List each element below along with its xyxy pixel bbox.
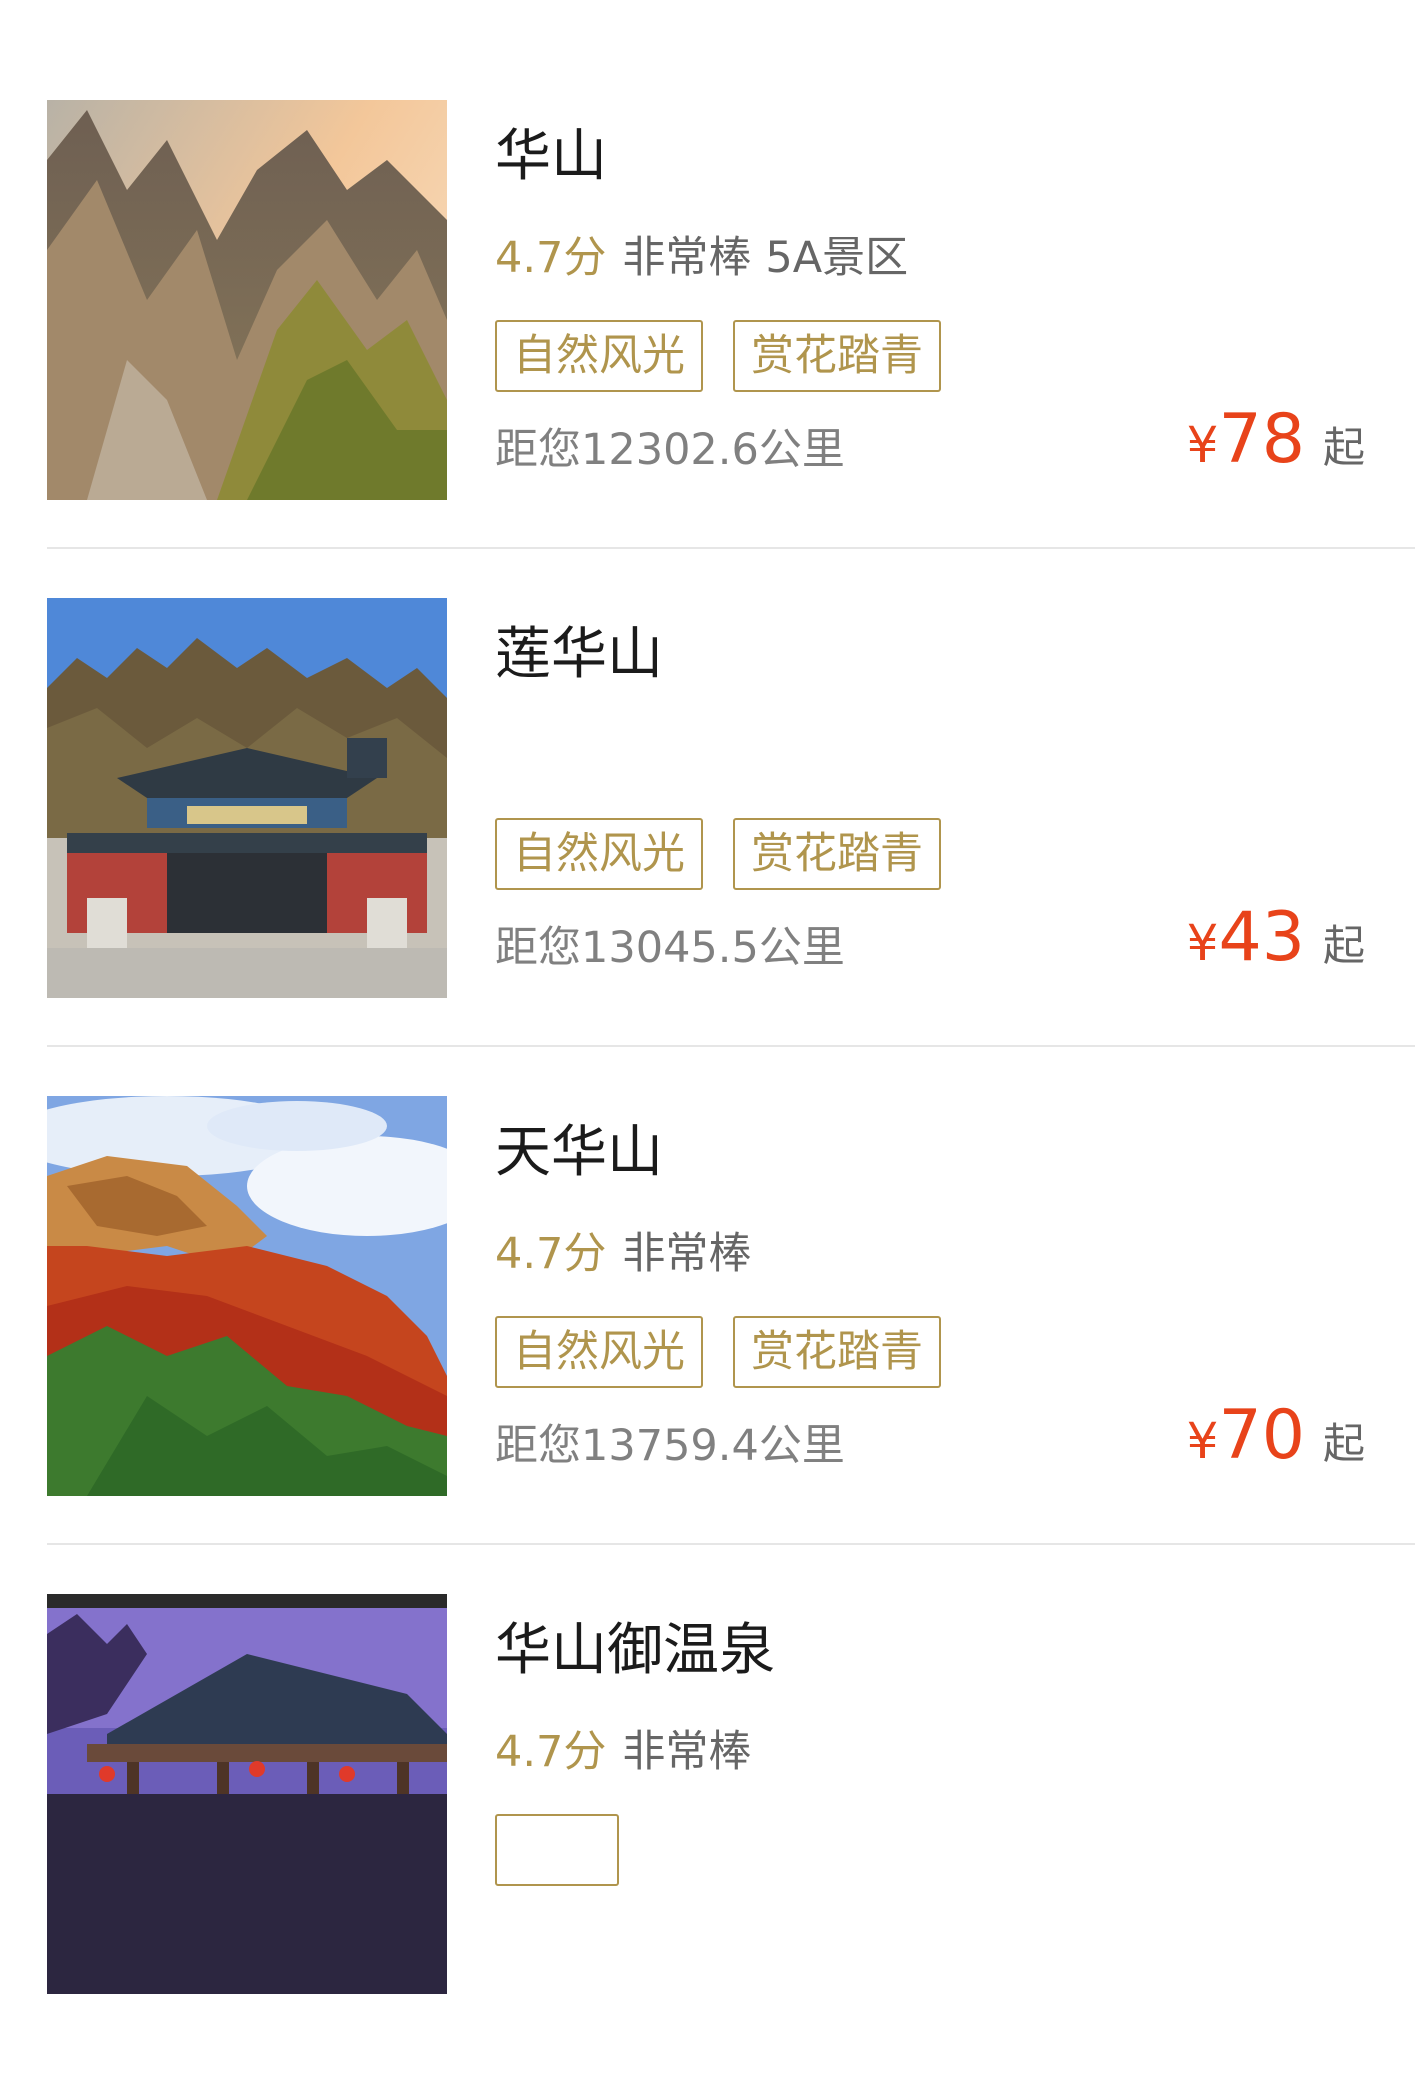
tag-list: 自然风光 赏花踏青 [495,1316,971,1388]
spot-thumbnail[interactable] [47,100,447,500]
rating-desc: 非常棒 [622,1229,752,1279]
rating-score: 4.7分 [495,1727,607,1777]
spot-thumbnail[interactable] [47,1594,447,1994]
distance-text: 距您13045.5公里 [495,923,845,973]
tag-list [495,1814,649,1886]
spot-rating: 4.7分 非常棒 [495,1724,751,1780]
tag-list: 自然风光 赏花踏青 [495,818,971,890]
tag-partial [495,1814,619,1886]
rating-score: 4.7分 [495,233,607,283]
currency-symbol: ¥ [1186,416,1219,474]
tag: 赏花踏青 [733,1316,941,1388]
price-amount: 78 [1218,400,1305,479]
price: ¥43 起 [1187,898,1365,995]
divider [47,547,1415,549]
divider [47,1045,1415,1047]
price-amount: 70 [1218,1396,1305,1475]
spot-thumbnail[interactable] [47,1096,447,1496]
list-item[interactable]: 天华山 4.7分 非常棒 自然风光 赏花踏青 距您13759.4公里 ¥70 起 [0,1096,1415,1593]
tag: 赏花踏青 [733,818,941,890]
price-amount: 43 [1218,898,1305,977]
list-item[interactable]: 华山御温泉 4.7分 非常棒 [0,1594,1415,2091]
distance-text: 距您12302.6公里 [495,425,845,475]
hot-spring-pavilion-photo [47,1594,447,1994]
tag: 赏花踏青 [733,320,941,392]
currency-symbol: ¥ [1186,914,1219,972]
spot-name[interactable]: 莲华山 [495,620,663,690]
currency-symbol: ¥ [1186,1412,1219,1470]
list-item[interactable]: 华山 4.7分 非常棒 5A景区 自然风光 赏花踏青 距您12302.6公里 ¥78 起 [0,100,1415,597]
price: ¥78 起 [1187,400,1365,497]
list-item[interactable]: 莲华山 自然风光 赏花踏青 距您13045.5公里 ¥43 起 [0,598,1415,1095]
mountain-photo [47,100,447,500]
price-suffix: 起 [1322,921,1365,970]
price-suffix: 起 [1322,1419,1365,1468]
tag: 自然风光 [495,818,703,890]
autumn-cliff-photo [47,1096,447,1496]
temple-gate-photo [47,598,447,998]
spot-name[interactable]: 华山 [495,122,607,192]
tag: 自然风光 [495,320,703,392]
scenic-level: 5A景区 [765,233,909,283]
rating-score: 4.7分 [495,1229,607,1279]
spot-rating: 4.7分 非常棒 5A景区 [495,230,908,286]
tag-list: 自然风光 赏花踏青 [495,320,971,392]
spot-rating: 4.7分 非常棒 [495,1226,751,1282]
spot-thumbnail[interactable] [47,598,447,998]
spot-name[interactable]: 天华山 [495,1118,663,1188]
rating-desc: 非常棒 [622,1727,752,1777]
divider [47,1543,1415,1545]
tag: 自然风光 [495,1316,703,1388]
price-suffix: 起 [1322,423,1365,472]
price: ¥70 起 [1187,1396,1365,1493]
distance-text: 距您13759.4公里 [495,1421,845,1471]
spot-name[interactable]: 华山御温泉 [495,1616,775,1686]
rating-desc: 非常棒 [622,233,752,283]
